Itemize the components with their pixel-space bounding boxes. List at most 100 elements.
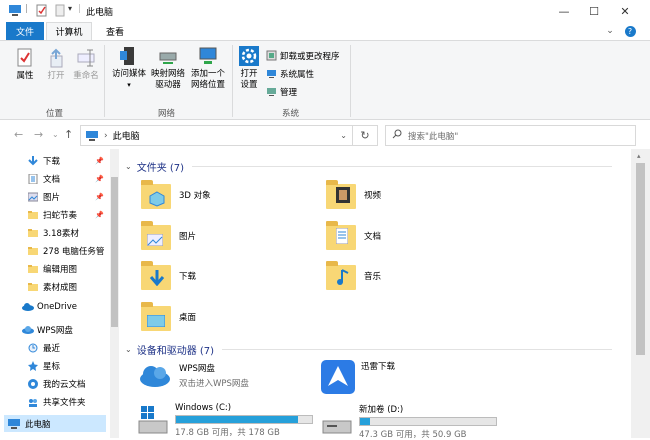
nav-item-recent[interactable]: 最近 xyxy=(28,339,110,356)
open-button[interactable]: 打开 xyxy=(44,47,68,82)
help-button[interactable]: ? xyxy=(622,22,638,40)
nav-item-folder[interactable]: 编辑用图 xyxy=(28,260,110,277)
tab-view[interactable]: 查看 xyxy=(96,22,134,40)
refresh-button[interactable]: ↻ xyxy=(353,125,378,146)
help-icon: ? xyxy=(624,25,636,37)
nav-item-folder[interactable]: 扫蛇节奏 📌 xyxy=(28,206,110,223)
chevron-down-icon: ⌄ xyxy=(125,345,132,354)
system-properties-label: 系统属性 xyxy=(280,69,315,80)
media-server-icon xyxy=(118,45,140,67)
nav-label: 3.18素材 xyxy=(43,228,79,239)
minimize-button[interactable]: — xyxy=(549,0,579,22)
content-scrollbar-thumb[interactable] xyxy=(636,163,645,355)
drive-item-d[interactable]: 新加卷 (D:) 47.3 GB 可用，共 50.9 GB xyxy=(321,403,497,440)
nav-item-starred[interactable]: 星标 xyxy=(28,357,110,374)
app-item-xunlei[interactable]: 迅雷下载 xyxy=(321,360,395,394)
nav-scrollbar[interactable] xyxy=(110,149,119,438)
folder-item-3d-objects[interactable]: 3D 对象 xyxy=(141,179,211,211)
nav-item-cloud-docs[interactable]: 我的云文档 xyxy=(28,375,110,392)
nav-item-folder[interactable]: 3.18素材 xyxy=(28,224,110,241)
nav-label: 278 电脑任务管 xyxy=(43,246,105,257)
path-box[interactable]: › 此电脑 ⌄ xyxy=(80,125,353,146)
folder-item-downloads[interactable]: 下载 xyxy=(141,260,196,292)
section-divider xyxy=(222,349,613,350)
nav-item-download[interactable]: 下载 📌 xyxy=(28,152,110,169)
access-media-label: 访问媒体 xyxy=(111,69,146,79)
properties-check-icon[interactable] xyxy=(35,4,48,17)
uninstall-program-button[interactable]: 卸载或更改程序 xyxy=(266,49,340,62)
drive-icon xyxy=(321,403,353,435)
folders-section-header[interactable]: ⌄ 文件夹 (7) xyxy=(125,159,613,174)
devices-section-header[interactable]: ⌄ 设备和驱动器 (7) xyxy=(125,342,613,357)
3d-objects-icon xyxy=(141,179,171,211)
up-arrow-icon[interactable]: ↑ xyxy=(64,128,73,141)
address-dropdown-icon[interactable]: ⌄ xyxy=(340,131,347,140)
folder-item-music[interactable]: 音乐 xyxy=(326,260,381,292)
search-placeholder: 搜索"此电脑" xyxy=(408,131,459,142)
nav-item-documents[interactable]: 文档 📌 xyxy=(28,170,110,187)
app-name: WPS网盘 xyxy=(179,364,215,374)
app-item-wps-cloud[interactable]: WPS网盘 双击进入WPS网盘 xyxy=(139,362,249,394)
properties-button[interactable]: 属性 xyxy=(14,47,36,82)
folder-label: 桌面 xyxy=(179,313,197,323)
recent-locations-icon[interactable]: ⌄ xyxy=(52,130,59,139)
navigation-pane: 下载 📌 文档 📌 图片 📌 扫蛇节奏 📌 3.18素材 278 电脑任务管 编辑用图 … xyxy=(0,149,119,438)
drive-usage-bar xyxy=(175,415,313,424)
clock-icon xyxy=(28,343,38,353)
rename-button[interactable]: 重命名 xyxy=(72,47,100,82)
nav-item-this-pc[interactable]: 此电脑 xyxy=(4,415,106,432)
devices-header-label: 设备和驱动器 (7) xyxy=(136,346,215,357)
scroll-up-icon[interactable]: ▴ xyxy=(637,152,641,160)
tab-computer[interactable]: 计算机 xyxy=(46,22,92,40)
pc-icon xyxy=(8,4,21,17)
wps-cloud-icon xyxy=(139,362,171,394)
breadcrumb-chevron-icon: › xyxy=(104,130,108,141)
search-input[interactable]: 搜索"此电脑" xyxy=(385,125,636,146)
folder-item-pictures[interactable]: 图片 xyxy=(141,220,196,252)
nav-scrollbar-thumb[interactable] xyxy=(111,177,118,327)
expand-ribbon-icon[interactable]: ⌄ xyxy=(604,22,616,40)
back-arrow-icon[interactable]: ← xyxy=(14,128,23,141)
download-icon xyxy=(28,155,38,166)
folder-item-desktop[interactable]: 桌面 xyxy=(141,301,196,333)
drive-usage-fill xyxy=(360,418,370,425)
manage-label: 管理 xyxy=(280,87,298,98)
open-settings-label: 打开 设置 xyxy=(240,69,258,90)
add-network-location-button[interactable]: 添加一个 网络位置 xyxy=(189,45,227,91)
nav-item-folder[interactable]: 278 电脑任务管 xyxy=(28,242,110,259)
nav-item-folder[interactable]: 素材成图 xyxy=(28,278,110,295)
folder-item-documents[interactable]: 文档 xyxy=(326,220,381,252)
tab-file[interactable]: 文件 xyxy=(6,22,44,40)
new-folder-icon[interactable] xyxy=(53,4,66,17)
open-label: 打开 xyxy=(47,71,65,81)
manage-button[interactable]: 管理 xyxy=(266,85,297,98)
system-properties-button[interactable]: 系统属性 xyxy=(266,67,314,80)
video-folder-icon xyxy=(326,179,356,211)
folder-label: 文档 xyxy=(364,232,382,242)
folder-item-videos[interactable]: 视频 xyxy=(326,179,381,211)
nav-item-shared[interactable]: 共享文件夹 xyxy=(28,393,110,410)
windows-drive-icon xyxy=(137,403,169,435)
pc-icon xyxy=(85,130,99,141)
pin-icon: 📌 xyxy=(95,156,104,165)
nav-item-onedrive[interactable]: OneDrive xyxy=(22,298,110,315)
breadcrumb[interactable]: 此电脑 xyxy=(113,129,140,142)
close-button[interactable]: ✕ xyxy=(610,0,640,22)
maximize-button[interactable]: ☐ xyxy=(579,0,609,22)
ribbon-divider xyxy=(350,45,351,117)
content-scrollbar[interactable]: ▴ xyxy=(631,149,650,438)
nav-item-wps-cloud[interactable]: WPS网盘 xyxy=(22,321,110,338)
map-network-drive-button[interactable]: 映射网络 驱动器 xyxy=(150,45,186,91)
drive-free-space: 17.8 GB 可用，共 178 GB xyxy=(175,428,280,438)
window-title: 此电脑 xyxy=(86,8,114,18)
drive-usage-fill xyxy=(176,416,299,423)
drive-item-c[interactable]: Windows (C:) 17.8 GB 可用，共 178 GB xyxy=(137,403,313,438)
address-bar: ← → ⌄ ↑ › 此电脑 ⌄ ↻ 搜索"此电脑" xyxy=(0,121,650,149)
section-divider xyxy=(192,166,613,167)
uninstall-icon xyxy=(266,50,277,61)
open-settings-button[interactable]: 打开 设置 xyxy=(237,45,261,91)
forward-arrow-icon[interactable]: → xyxy=(34,128,43,141)
access-media-button[interactable]: 访问媒体 ▾ xyxy=(111,45,147,91)
picture-icon xyxy=(28,192,39,202)
nav-item-pictures[interactable]: 图片 📌 xyxy=(28,188,110,205)
